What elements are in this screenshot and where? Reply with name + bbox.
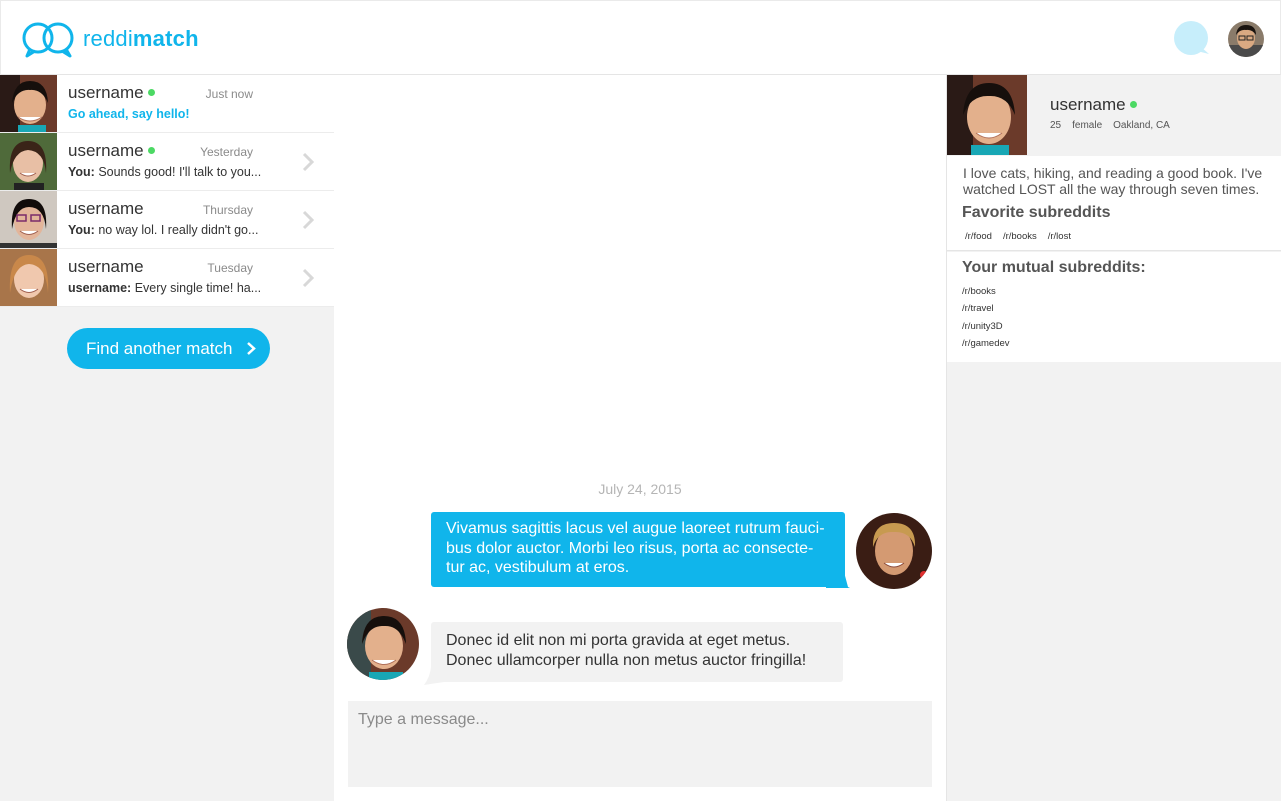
- chevron-right-icon[interactable]: [300, 209, 316, 231]
- chat-bubble-icon[interactable]: [1173, 21, 1211, 57]
- chevron-right-icon[interactable]: [300, 151, 316, 173]
- mutual-subreddits-title: Your mutual subreddits:: [962, 259, 1146, 276]
- recipient-avatar[interactable]: [347, 608, 419, 680]
- favorite-subreddits-title: Favorite subreddits: [962, 204, 1111, 221]
- profile-header: username 25 female Oakland, CA: [947, 75, 1281, 155]
- profile-panel: username 25 female Oakland, CA I love cats…: [946, 75, 1281, 801]
- message-input[interactable]: [348, 701, 932, 787]
- chat-panel: July 24, 2015 Vivamus sagittis lacus vel…: [334, 75, 946, 801]
- conversation-name: username: [68, 83, 144, 102]
- profile-name: username: [1050, 95, 1126, 114]
- incoming-message: Donec id elit non mi porta gravida at eg…: [431, 622, 843, 682]
- conversation-item[interactable]: username Tuesday username: Every single …: [0, 249, 334, 307]
- chat-date: July 24, 2015: [598, 481, 682, 497]
- profile-gender: female: [1072, 120, 1103, 131]
- conversation-preview: username: Every single time! ha...: [68, 281, 262, 295]
- subreddit-link[interactable]: /r/food: [965, 231, 992, 242]
- conversation-preview: Go ahead, say hello!: [68, 107, 190, 121]
- conversation-time: Thursday: [202, 203, 253, 217]
- chevron-right-icon: [247, 342, 256, 355]
- subreddit-link[interactable]: /r/lost: [1048, 231, 1071, 242]
- outgoing-message: Vivamus sagittis lacus vel augue laoreet…: [431, 512, 845, 587]
- user-avatar-image: [1228, 21, 1264, 57]
- chevron-right-icon[interactable]: [300, 267, 316, 289]
- subreddit-link[interactable]: /r/unity3D: [962, 318, 1010, 335]
- conversation-time: Yesterday: [200, 145, 253, 159]
- logo[interactable]: reddimatch: [21, 19, 199, 59]
- conversation-time: Tuesday: [207, 261, 253, 275]
- conversation-preview: You: no way lol. I really didn't go...: [68, 223, 259, 237]
- find-another-match-button[interactable]: Find another match: [67, 328, 270, 369]
- online-indicator: [1129, 101, 1137, 109]
- sender-avatar[interactable]: [856, 513, 932, 589]
- conversation-sidebar: username Just now Go ahead, say hello! u…: [0, 75, 334, 801]
- logo-icon: [22, 22, 74, 58]
- conversation-item[interactable]: username Yesterday You: Sounds good! I'l…: [0, 133, 334, 191]
- online-indicator: [147, 147, 155, 155]
- conversation-name: username: [68, 199, 144, 218]
- conversation-preview: You: Sounds good! I'll talk to you...: [68, 165, 262, 179]
- mutual-subreddits: Your mutual subreddits: /r/books /r/trav…: [947, 252, 1281, 362]
- subreddit-link[interactable]: /r/books: [1003, 231, 1037, 242]
- profile-about: I love cats, hiking, and reading a good …: [947, 156, 1281, 251]
- conversation-item[interactable]: username Just now Go ahead, say hello!: [0, 75, 334, 133]
- app-header: reddimatch: [0, 0, 1281, 75]
- logo-text: reddimatch: [83, 26, 199, 51]
- profile-location: Oakland, CA: [1113, 120, 1170, 131]
- profile-age: 25: [1050, 120, 1062, 131]
- conversation-avatar: [0, 191, 57, 248]
- favorite-subreddits-list: /r/food/r/books/r/lost: [965, 231, 1082, 242]
- profile-bio: I love cats, hiking, and reading a good …: [963, 165, 1263, 197]
- online-indicator: [147, 89, 155, 97]
- outgoing-message-tail: [826, 572, 850, 588]
- conversation-avatar: [0, 75, 57, 132]
- subreddit-link[interactable]: /r/books: [962, 283, 1010, 300]
- subreddit-link[interactable]: /r/gamedev: [962, 335, 1010, 352]
- incoming-message-tail: [424, 667, 444, 685]
- user-avatar[interactable]: [1228, 21, 1264, 57]
- mutual-subreddits-list: /r/books /r/travel /r/unity3D /r/gamedev: [962, 283, 1010, 352]
- find-another-match-label: Find another match: [86, 338, 233, 358]
- subreddit-link[interactable]: /r/travel: [962, 300, 1010, 317]
- conversation-avatar: [0, 133, 57, 190]
- conversation-avatar: [0, 249, 57, 306]
- conversation-name: username: [68, 141, 144, 160]
- profile-avatar[interactable]: [947, 75, 1027, 155]
- conversation-time: Just now: [205, 87, 253, 101]
- conversation-name: username: [68, 257, 144, 276]
- profile-meta: 25 female Oakland, CA: [1050, 120, 1181, 131]
- conversation-item[interactable]: username Thursday You: no way lol. I rea…: [0, 191, 334, 249]
